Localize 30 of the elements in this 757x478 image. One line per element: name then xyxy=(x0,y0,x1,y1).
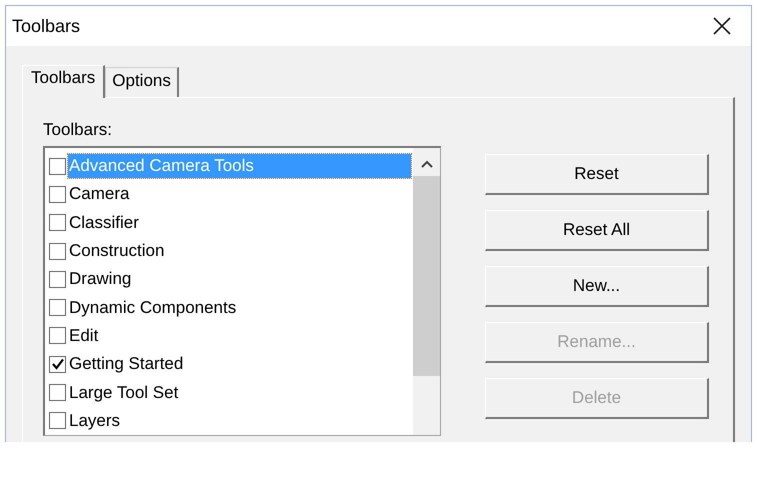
checkbox[interactable] xyxy=(49,356,66,373)
list-item[interactable]: Drawing xyxy=(68,267,134,292)
checkbox[interactable] xyxy=(49,214,66,232)
dialog-button[interactable]: Reset xyxy=(485,154,709,195)
list-item[interactable]: Edit xyxy=(68,324,102,348)
list-item[interactable]: Dynamic Components xyxy=(68,296,240,320)
list-item[interactable]: Camera xyxy=(68,182,132,206)
checkbox[interactable] xyxy=(49,242,66,260)
checkbox[interactable] xyxy=(49,186,66,203)
list-item[interactable]: Getting Started xyxy=(68,352,186,376)
list-item[interactable]: Construction xyxy=(68,239,168,264)
tab[interactable]: Toolbars xyxy=(22,65,106,98)
checkbox[interactable] xyxy=(49,327,66,344)
list-item[interactable]: Layers xyxy=(68,408,124,433)
checkbox[interactable] xyxy=(49,270,66,288)
toolbars-label: Toolbars: xyxy=(43,120,113,140)
checkbox[interactable] xyxy=(49,412,66,430)
list-item[interactable]: Large Tool Set xyxy=(68,380,182,405)
window-title: Toolbars xyxy=(12,16,80,36)
scroll-up-icon[interactable] xyxy=(420,160,432,168)
checkbox[interactable] xyxy=(49,158,66,175)
list-item[interactable]: Classifier xyxy=(68,210,142,235)
dialog-button[interactable]: Reset All xyxy=(485,210,709,251)
checkbox[interactable] xyxy=(49,299,66,316)
scroll-thumb[interactable] xyxy=(413,176,440,376)
close-icon[interactable] xyxy=(713,17,731,35)
checkbox[interactable] xyxy=(49,384,66,402)
dialog-button[interactable]: New... xyxy=(485,266,709,307)
scrollbar[interactable] xyxy=(413,148,440,435)
tab[interactable]: Options xyxy=(105,67,179,97)
